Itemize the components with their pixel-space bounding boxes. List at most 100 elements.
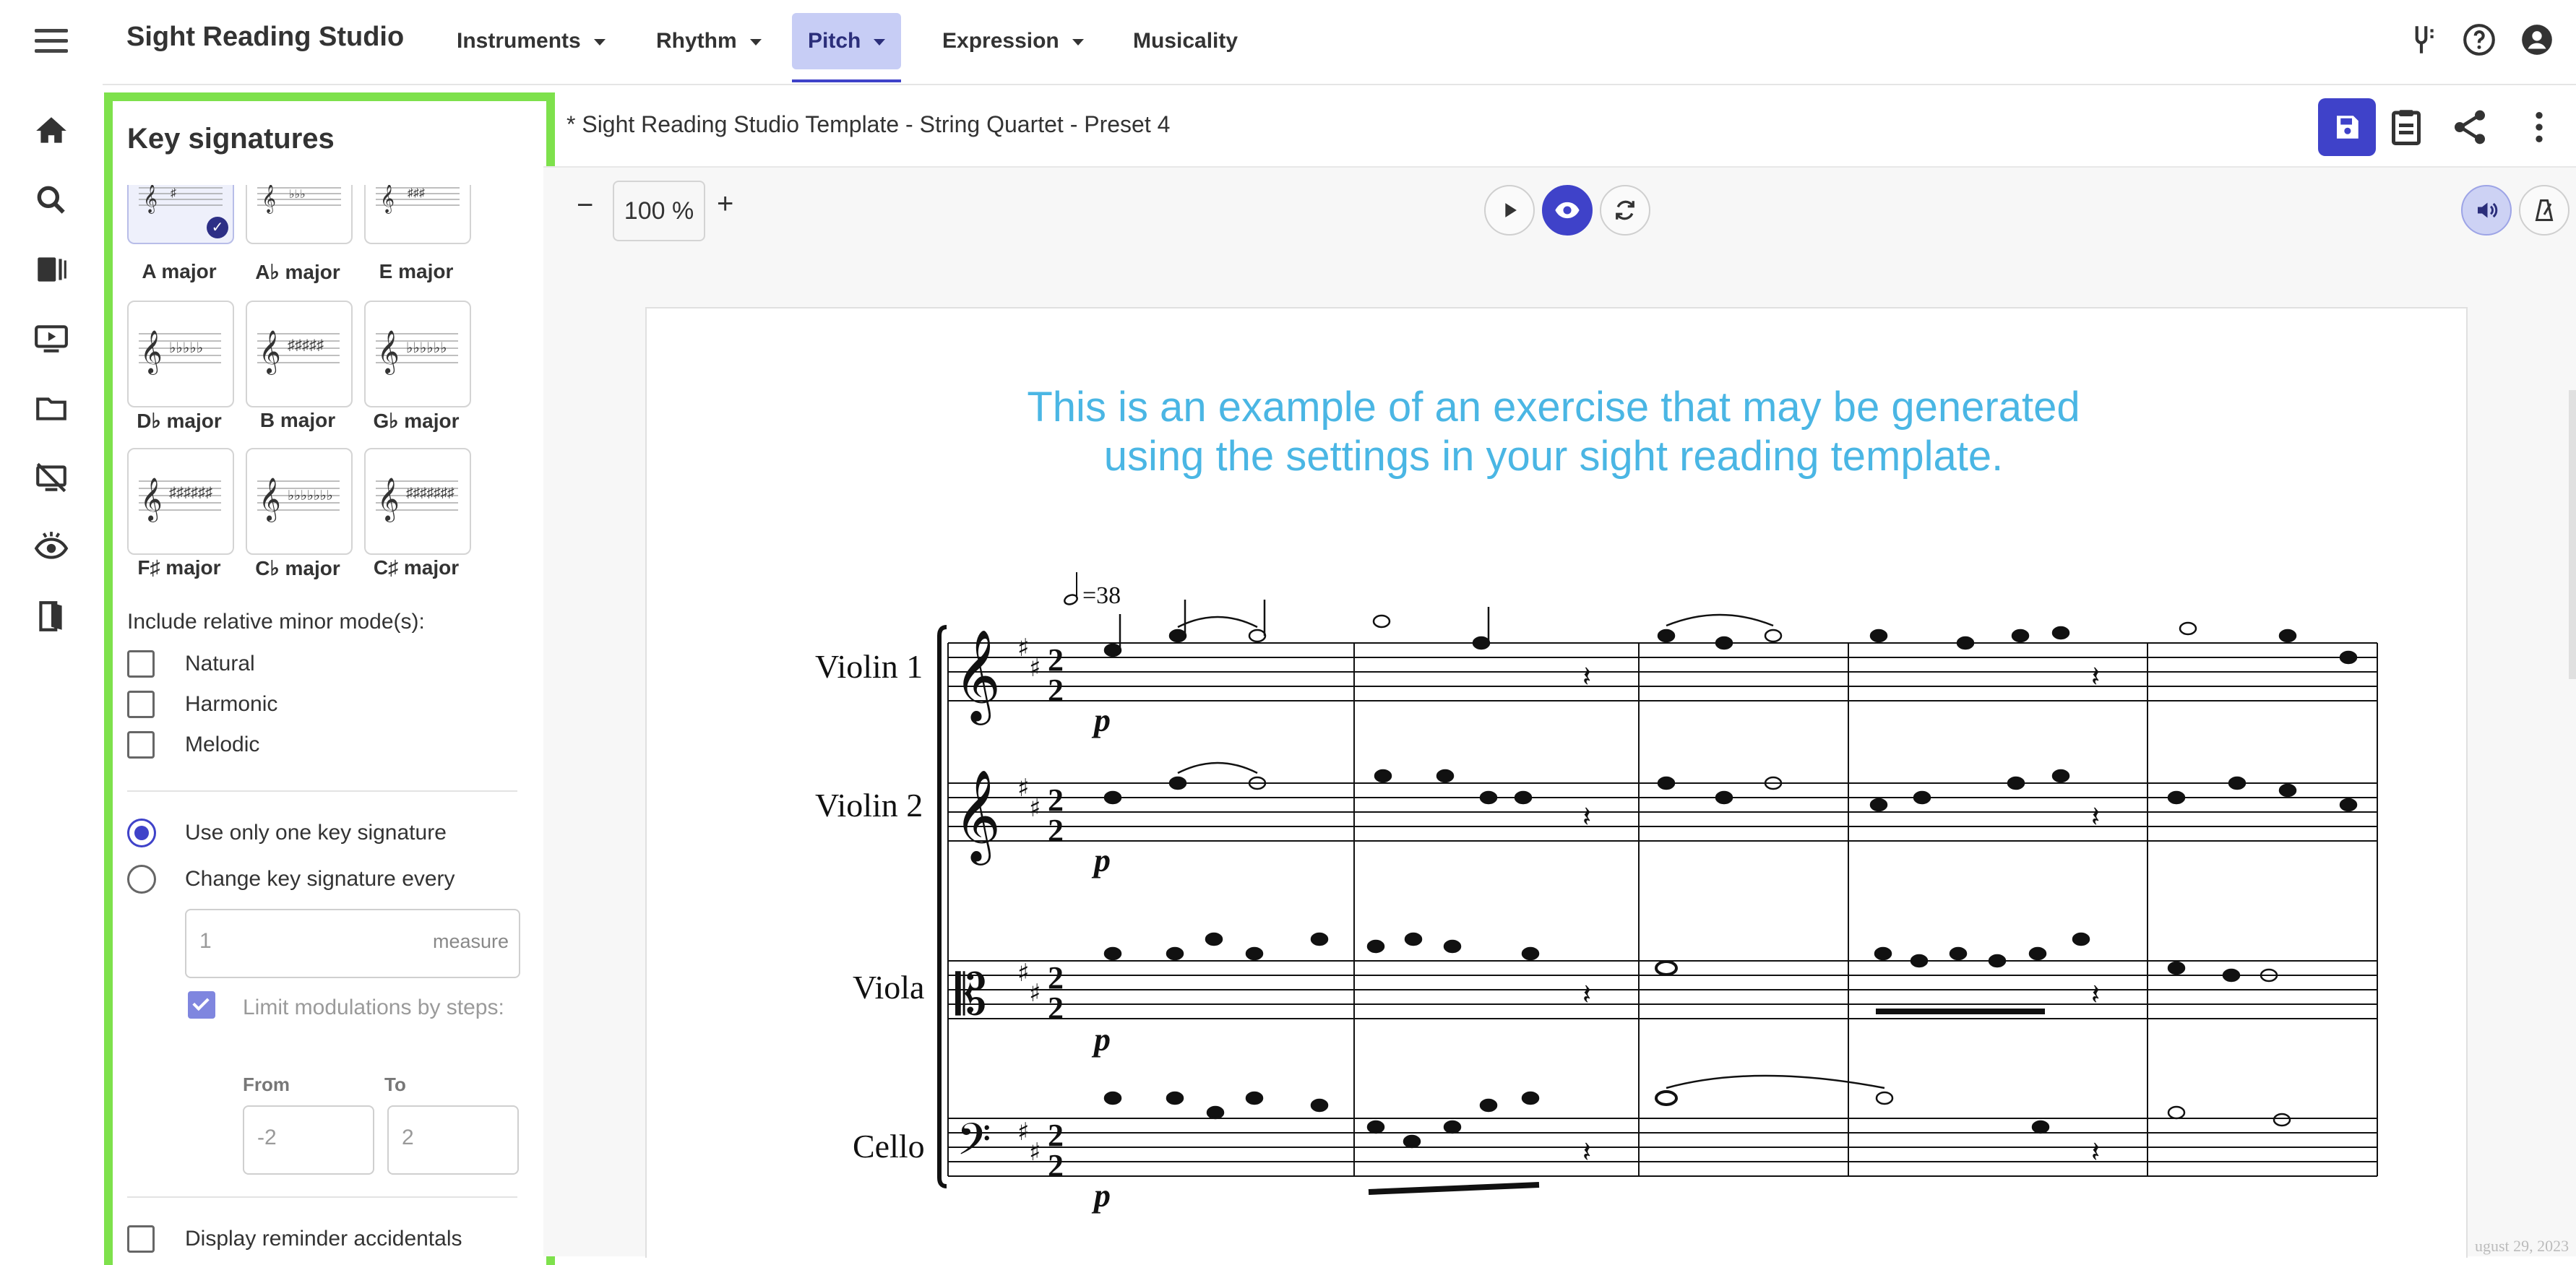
svg-text:♭♭♭♭♭♭♭: ♭♭♭♭♭♭♭ (288, 488, 333, 504)
change-every-value: 1 (199, 929, 212, 953)
svg-text:𝄞: 𝄞 (262, 185, 276, 214)
menu-musicality[interactable]: Musicality (1117, 13, 1254, 69)
key-tile-b-major[interactable]: 𝄞 ♯♯♯♯♯ (246, 301, 353, 407)
key-label: E major (379, 260, 454, 282)
instrument-label-violin-2: Violin 2 (815, 787, 923, 824)
play-button[interactable] (1484, 185, 1535, 236)
change-every-input[interactable]: 1 measure (185, 909, 520, 978)
svg-text:𝄞: 𝄞 (377, 478, 400, 522)
key-tile-c-flat-major[interactable]: 𝄞 ♭♭♭♭♭♭♭ (246, 448, 353, 555)
melodic-checkbox[interactable] (127, 731, 155, 759)
staff-icon: 𝄞 ♯♯♯ (376, 185, 460, 214)
metronome-button[interactable] (2519, 185, 2569, 236)
key-tile-a-flat-major[interactable]: 𝄞 ♭♭♭ (246, 185, 353, 244)
caret-down-icon (874, 38, 886, 46)
key-tile-g-flat-major[interactable]: 𝄞 ♭♭♭♭♭♭ (364, 301, 471, 407)
zoom-input[interactable]: 100 % (613, 181, 705, 241)
svg-text:p: p (1091, 842, 1111, 878)
staff-icon: 𝄞 ♯♯♯♯♯♯♯ (376, 478, 458, 522)
alto-clef-icon: 𝄡 (955, 963, 987, 1028)
change-key-label: Change key signature every (185, 867, 455, 891)
svg-text:𝄽: 𝄽 (2091, 800, 2100, 834)
svg-text:♯: ♯ (1017, 1118, 1029, 1147)
staff-icon: 𝄞 ♭♭♭♭♭ (139, 330, 221, 375)
folder-icon[interactable] (33, 390, 69, 426)
volume-icon (2478, 202, 2498, 218)
menu-instruments[interactable]: Instruments (441, 13, 621, 69)
save-button[interactable] (2318, 98, 2376, 156)
key-tile-e-major[interactable]: 𝄞 ♯♯♯ (364, 185, 471, 244)
natural-checkbox[interactable] (127, 650, 155, 678)
key-label: G♭ major (373, 410, 460, 432)
bass-clef-icon: 𝄢 (957, 1114, 991, 1176)
clipboard-icon[interactable] (2385, 105, 2428, 149)
no-screen-icon[interactable] (33, 459, 69, 496)
header-divider (543, 166, 2576, 168)
svg-text:♯♯♯♯♯♯♯: ♯♯♯♯♯♯♯ (406, 485, 455, 501)
play-screen-icon[interactable] (33, 321, 69, 357)
play-icon (1505, 203, 1517, 217)
tempo-text: =38 (1082, 582, 1121, 609)
key-label: C♭ major (255, 557, 340, 579)
search-icon[interactable] (33, 182, 69, 218)
more-vert-icon[interactable] (2519, 107, 2559, 147)
treble-clef-icon: 𝄞 (954, 629, 1001, 725)
to-input[interactable]: 2 (387, 1105, 519, 1175)
caret-down-icon (1072, 38, 1084, 46)
staff-violin-2 (948, 782, 2377, 842)
divider (127, 1196, 517, 1198)
save-icon (2337, 116, 2359, 139)
svg-text:♯: ♯ (1017, 959, 1029, 988)
library-icon[interactable] (33, 251, 69, 288)
to-label: To (384, 1074, 406, 1095)
svg-text:𝄽: 𝄽 (2091, 978, 2100, 1011)
change-key-radio[interactable] (127, 865, 156, 894)
change-every-unit: measure (432, 931, 509, 952)
menu-instruments-label: Instruments (457, 29, 581, 53)
view-toggle-button[interactable] (1542, 185, 1593, 236)
tuning-fork-icon[interactable] (2403, 22, 2439, 58)
key-tile-f-sharp-major[interactable]: 𝄞 ♯♯♯♯♯♯ (127, 448, 234, 555)
menu-expression[interactable]: Expression (926, 13, 1100, 69)
home-icon[interactable] (33, 113, 69, 149)
limit-modulations-checkbox[interactable] (188, 991, 215, 1019)
zoom-out-button[interactable]: − (577, 189, 593, 222)
menu-rhythm[interactable]: Rhythm (640, 13, 777, 69)
svg-text:𝄽: 𝄽 (2091, 660, 2100, 694)
example-notice: This is an example of an exercise that m… (838, 383, 2269, 481)
app-title: Sight Reading Studio (126, 22, 405, 52)
svg-text:♯♯♯♯♯♯: ♯♯♯♯♯♯ (169, 485, 212, 501)
volume-button[interactable] (2461, 185, 2512, 236)
key-signature-settings-panel: Key signatures 𝄞 ♯ ✓ 𝄞 ♭♭♭ 𝄞 ♯♯♯ A major A♭… (104, 92, 555, 1265)
reminder-accidentals-checkbox[interactable] (127, 1225, 155, 1253)
menu-icon[interactable] (35, 29, 68, 55)
from-input[interactable]: -2 (243, 1105, 374, 1175)
staff-icon: 𝄞 ♭♭♭♭♭♭ (376, 330, 458, 375)
to-value: 2 (402, 1126, 414, 1149)
one-key-radio[interactable] (127, 819, 156, 847)
exit-icon[interactable] (33, 598, 69, 634)
eye-ear-icon[interactable] (33, 529, 69, 565)
vertical-scrollbar[interactable] (2569, 390, 2576, 679)
svg-text:𝄞: 𝄞 (140, 330, 163, 375)
account-icon[interactable] (2519, 22, 2555, 58)
zoom-value: 100 (624, 197, 665, 225)
key-label: F♯ major (137, 556, 221, 579)
svg-text:♭♭♭♭♭♭: ♭♭♭♭♭♭ (406, 340, 447, 356)
staff-icon: 𝄞 ♭♭♭♭♭♭♭ (257, 478, 340, 522)
svg-text:♯: ♯ (1017, 774, 1029, 803)
zoom-in-button[interactable]: + (717, 188, 733, 220)
key-tile-c-sharp-major[interactable]: 𝄞 ♯♯♯♯♯♯♯ (364, 448, 471, 555)
regenerate-button[interactable] (1600, 185, 1650, 236)
svg-text:𝄞: 𝄞 (377, 330, 400, 375)
key-tile-d-flat-major[interactable]: 𝄞 ♭♭♭♭♭ (127, 301, 234, 407)
key-tile-a-major[interactable]: 𝄞 ♯ ✓ (127, 185, 234, 244)
help-icon[interactable] (2461, 22, 2497, 58)
harmonic-checkbox[interactable] (127, 691, 155, 718)
share-icon[interactable] (2450, 107, 2490, 147)
menu-pitch[interactable]: Pitch (792, 13, 902, 82)
refresh-icon (1616, 200, 1634, 220)
harmonic-label: Harmonic (185, 692, 278, 716)
svg-text:♯♯♯: ♯♯♯ (408, 187, 425, 199)
from-value: -2 (257, 1126, 277, 1149)
